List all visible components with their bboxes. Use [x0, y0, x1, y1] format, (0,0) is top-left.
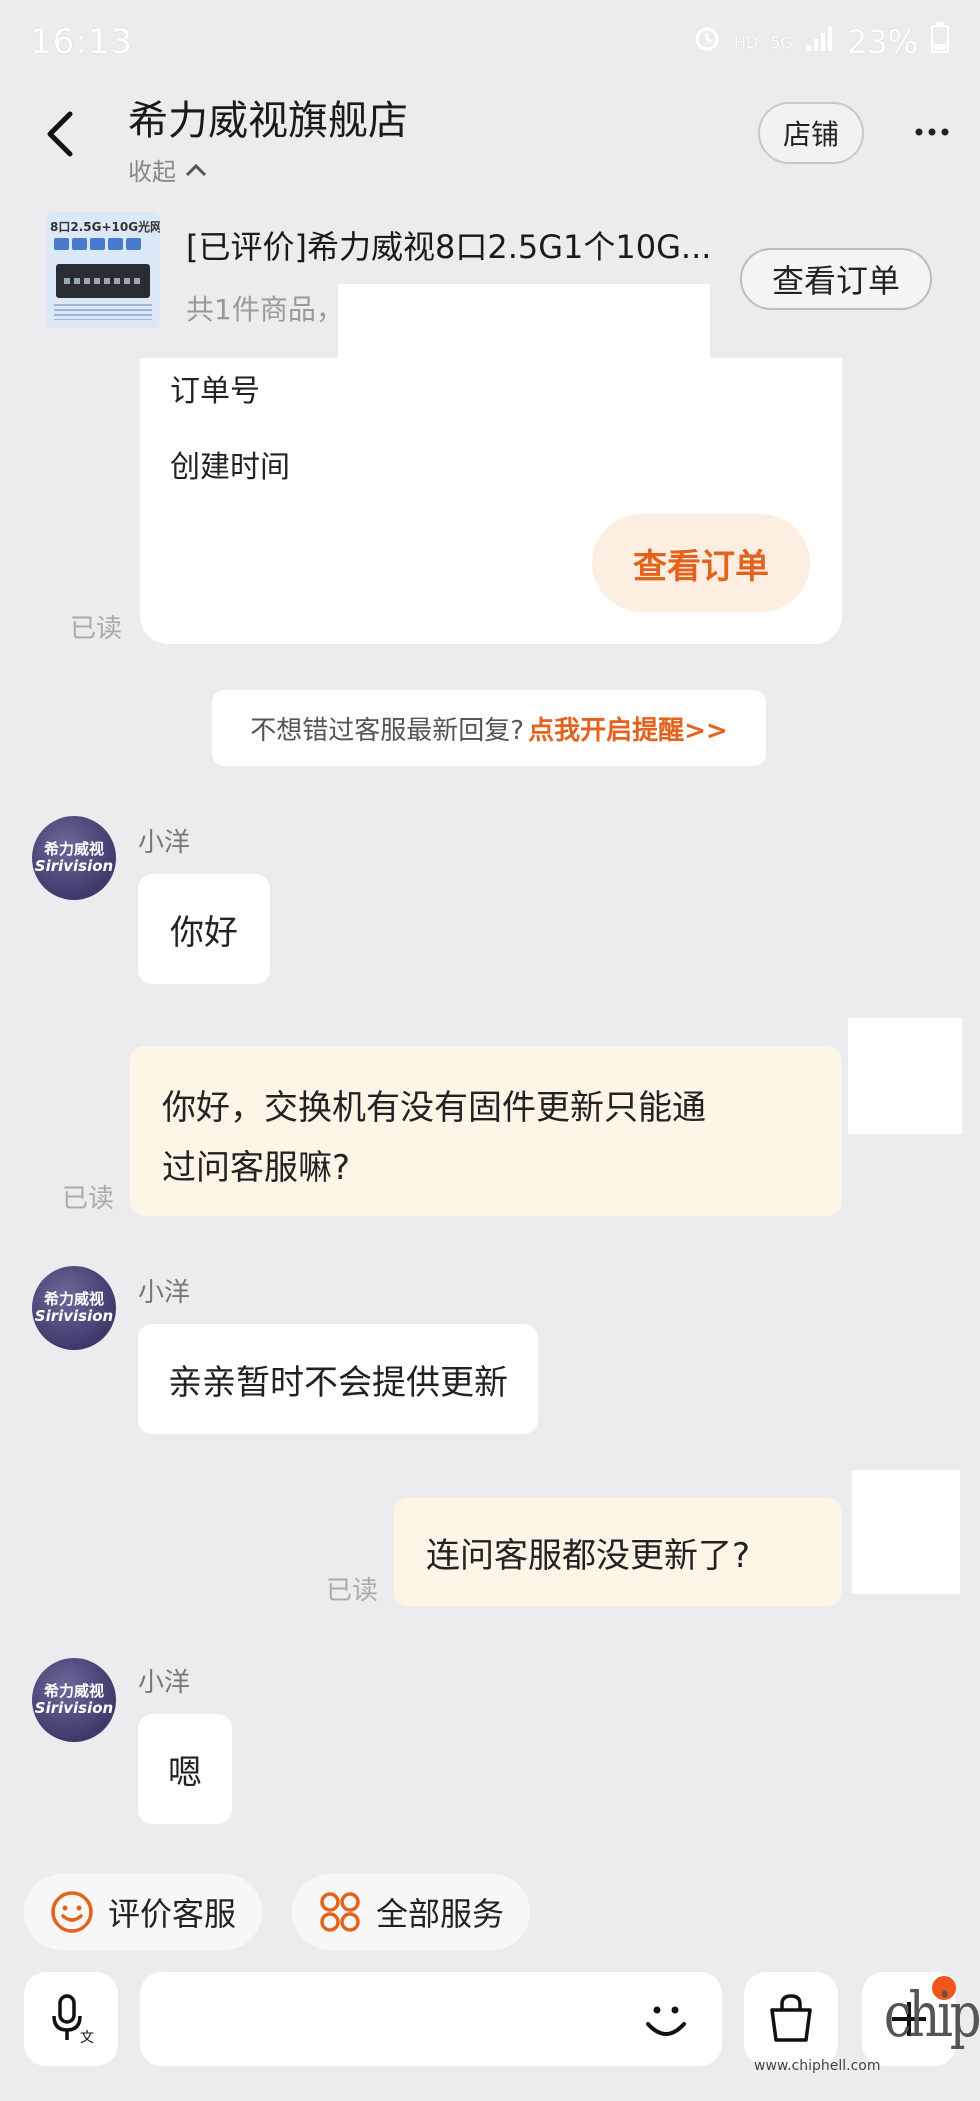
sender-name: 小洋 [138, 1278, 191, 1308]
redacted-area [338, 284, 710, 362]
chevron-up-icon [185, 163, 207, 176]
order-number-label: 订单号 [170, 374, 260, 409]
enable-reminder-link[interactable]: 点我开启提醒>> [528, 710, 728, 747]
reminder-notice: 不想错过客服最新回复? 点我开启提醒>> [212, 690, 766, 766]
store-button[interactable]: 店铺 [758, 102, 864, 164]
message-bubble-incoming[interactable]: 亲亲暂时不会提供更新 [138, 1324, 538, 1434]
sender-name: 小洋 [138, 1668, 191, 1698]
message-bubble-outgoing[interactable]: 你好，交换机有没有固件更新只能通 过问客服嘛? [130, 1046, 842, 1216]
avatar-text-cn: 希力威视 [43, 1681, 104, 1700]
message-bubble-incoming[interactable]: 你好 [138, 874, 270, 984]
agent-avatar[interactable]: 希力威视 Sirivision [32, 816, 116, 900]
microphone-icon: 文 [52, 1994, 94, 2046]
battery-level: 23% [846, 23, 918, 61]
user-avatar[interactable] [852, 1470, 960, 1594]
product-count: 共1件商品， [186, 293, 344, 326]
status-time: 16:13 [30, 22, 133, 62]
network-type: HD [733, 32, 759, 52]
thumbnail-caption: 8口2.5G+10G光网管 [50, 220, 160, 234]
view-order-button-top[interactable]: 查看订单 [740, 248, 932, 310]
view-order-button[interactable]: 查看订单 [592, 514, 810, 612]
grid-icon [320, 1892, 360, 1932]
watermark-logo: chip [883, 1978, 980, 2051]
avatar-text-en: Sirivision [34, 857, 114, 875]
product-name[interactable]: [已评价]希力威视8口2.5G1个10G... [186, 222, 726, 268]
switch-image [56, 264, 150, 298]
alarm-icon [692, 23, 722, 61]
read-status: 已读 [62, 1184, 115, 1214]
collapse-toggle[interactable]: 收起 [128, 152, 208, 187]
product-thumbnail[interactable]: 8口2.5G+10G光网管 [46, 212, 160, 328]
message-input[interactable] [140, 1972, 722, 2066]
agent-avatar[interactable]: 希力威视 Sirivision [32, 1658, 116, 1742]
chevron-left-icon [47, 111, 73, 157]
more-dots-icon [915, 128, 949, 136]
read-status: 已读 [70, 614, 123, 644]
avatar-text-en: Sirivision [34, 1699, 114, 1717]
shop-title: 希力威视旗舰店 [128, 98, 408, 144]
read-status: 已读 [326, 1576, 379, 1606]
svg-text:文: 文 [80, 2030, 94, 2046]
emoji-button[interactable] [636, 1990, 696, 2050]
emoji-icon [646, 2006, 686, 2036]
user-avatar[interactable] [848, 1018, 962, 1134]
avatar-text-cn: 希力威视 [43, 839, 104, 858]
signal-icon [805, 23, 835, 61]
all-services-label: 全部服务 [376, 1895, 505, 1933]
message-bubble-outgoing[interactable]: 连问客服都没更新了? [394, 1498, 842, 1606]
rate-service-button[interactable]: 评价客服 [24, 1874, 263, 1950]
watermark-site: www.chiphell.com [754, 2058, 881, 2074]
message-bubble-incoming[interactable]: 嗯 [138, 1714, 232, 1824]
all-services-button[interactable]: 全部服务 [292, 1874, 531, 1950]
shopping-bag-icon [770, 1994, 812, 2042]
status-icons: HD 5G 23% [692, 22, 950, 62]
agent-avatar[interactable]: 希力威视 Sirivision [32, 1266, 116, 1350]
back-button[interactable] [40, 108, 80, 160]
smile-icon [51, 1891, 93, 1933]
notice-text: 不想错过客服最新回复? [250, 715, 525, 746]
message-line-2: 过问客服嘛? [162, 1148, 351, 1188]
more-button[interactable] [912, 112, 952, 152]
message-line-1: 你好，交换机有没有固件更新只能通 [162, 1088, 706, 1128]
battery-icon [930, 22, 950, 62]
network-gen: 5G [770, 32, 793, 52]
avatar-text-cn: 希力威视 [43, 1289, 104, 1308]
rate-service-label: 评价客服 [108, 1895, 237, 1933]
voice-input-button[interactable]: 文 [24, 1972, 118, 2066]
sender-name: 小洋 [138, 828, 191, 858]
created-time-label: 创建时间 [170, 450, 290, 485]
product-bag-button[interactable] [744, 1972, 838, 2066]
collapse-label: 收起 [128, 158, 176, 186]
avatar-text-en: Sirivision [34, 1307, 114, 1325]
